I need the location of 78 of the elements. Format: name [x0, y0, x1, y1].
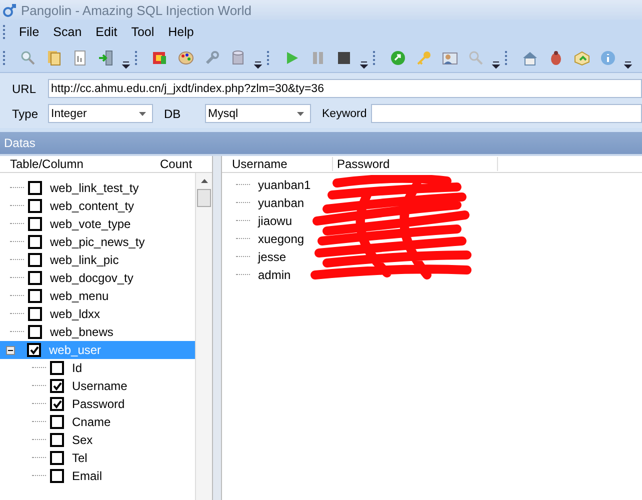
datas-header: Datas — [0, 132, 642, 154]
checkbox[interactable] — [28, 271, 42, 285]
url-label: URL — [12, 82, 38, 96]
column-header[interactable]: Username — [222, 157, 333, 171]
exit-door-icon[interactable] — [98, 50, 114, 66]
tree-item[interactable]: web_menu — [0, 287, 195, 305]
tree-item[interactable]: web_content_ty — [0, 197, 195, 215]
checkbox[interactable] — [50, 415, 64, 429]
tree-item[interactable]: Tel — [0, 449, 195, 467]
checkbox[interactable] — [50, 379, 64, 393]
checkbox[interactable] — [28, 235, 42, 249]
home-icon[interactable] — [522, 50, 538, 66]
tree-item[interactable]: Password — [0, 395, 195, 413]
column-header[interactable]: Count — [160, 157, 192, 171]
tree-item[interactable]: Id — [0, 359, 195, 377]
keyword-field[interactable] — [371, 104, 642, 123]
table-cell: jiaowu — [258, 214, 292, 228]
checkbox[interactable] — [50, 361, 64, 375]
user-card-icon[interactable] — [442, 50, 458, 66]
tree-item[interactable]: Cname — [0, 413, 195, 431]
overflow-caret-icon[interactable] — [122, 59, 130, 69]
tree-item[interactable]: Username — [0, 377, 195, 395]
type-label: Type — [12, 106, 40, 120]
checkbox[interactable] — [28, 181, 42, 195]
checkbox[interactable] — [27, 343, 41, 357]
overflow-caret-icon[interactable] — [624, 59, 632, 69]
tree-item[interactable]: web_bnews — [0, 323, 195, 341]
tree-item[interactable]: web_link_pic — [0, 251, 195, 269]
db-dropdown[interactable]: Mysql — [205, 104, 311, 123]
checkbox[interactable] — [28, 217, 42, 231]
database-icon[interactable] — [230, 50, 246, 66]
overflow-caret-icon[interactable] — [360, 59, 368, 69]
tree-item[interactable]: Email — [0, 467, 195, 485]
scroll-up-icon[interactable] — [200, 179, 208, 183]
column-header[interactable]: Password — [333, 157, 498, 171]
overflow-caret-icon[interactable] — [254, 59, 262, 69]
stop-icon[interactable] — [336, 50, 352, 66]
bug-icon[interactable] — [548, 50, 564, 66]
column-header[interactable]: Table/Column — [10, 157, 160, 171]
scrollbar-thumb[interactable] — [197, 189, 211, 207]
tree-item[interactable]: web_docgov_ty — [0, 269, 195, 287]
keyword-label: Keyword — [321, 108, 368, 120]
url-field[interactable]: http://cc.ahmu.edu.cn/j_jxdt/index.php?zlm=30&ty=36 — [48, 79, 642, 98]
db-label: DB — [163, 106, 182, 120]
table-icon[interactable] — [152, 50, 168, 66]
palette-icon[interactable] — [178, 50, 194, 66]
checkbox[interactable] — [28, 199, 42, 213]
checkbox[interactable] — [28, 253, 42, 267]
tree-item[interactable]: web_pic_news_ty — [0, 233, 195, 251]
window-title: Pangolin - Amazing SQL Injection World — [21, 2, 252, 18]
table-cell: yuanban — [258, 196, 304, 210]
tree-item[interactable]: web_link_test_ty — [0, 179, 195, 197]
checkbox[interactable] — [28, 307, 42, 321]
checkbox[interactable] — [50, 433, 64, 447]
checkbox[interactable] — [50, 451, 64, 465]
menu-item[interactable]: Edit — [88, 25, 124, 39]
checkbox[interactable] — [50, 397, 64, 411]
checkbox[interactable] — [28, 289, 42, 303]
tree-item[interactable]: web_ldxx — [0, 305, 195, 323]
table-cell: admin — [258, 268, 291, 282]
table-cell: jesse — [258, 250, 286, 264]
collapse-icon[interactable] — [6, 346, 15, 354]
menu-item[interactable]: Scan — [46, 25, 89, 39]
caret-icon — [139, 112, 146, 116]
overflow-caret-icon[interactable] — [492, 59, 500, 69]
menu-item[interactable]: Tool — [124, 25, 162, 39]
table-cell: xuegong — [258, 232, 304, 246]
table-cell: yuanban1 — [258, 178, 311, 192]
document-icon[interactable] — [72, 50, 88, 66]
caret-icon — [297, 112, 304, 116]
menu-item[interactable]: Help — [161, 25, 201, 39]
app-logo-icon — [3, 3, 17, 17]
tree-item[interactable]: Sex — [0, 431, 195, 449]
type-dropdown[interactable]: Integer — [48, 104, 153, 123]
tree-item[interactable]: web_vote_type — [0, 215, 195, 233]
checkbox[interactable] — [50, 469, 64, 483]
checkbox[interactable] — [28, 325, 42, 339]
menu-item[interactable]: File — [12, 25, 46, 39]
